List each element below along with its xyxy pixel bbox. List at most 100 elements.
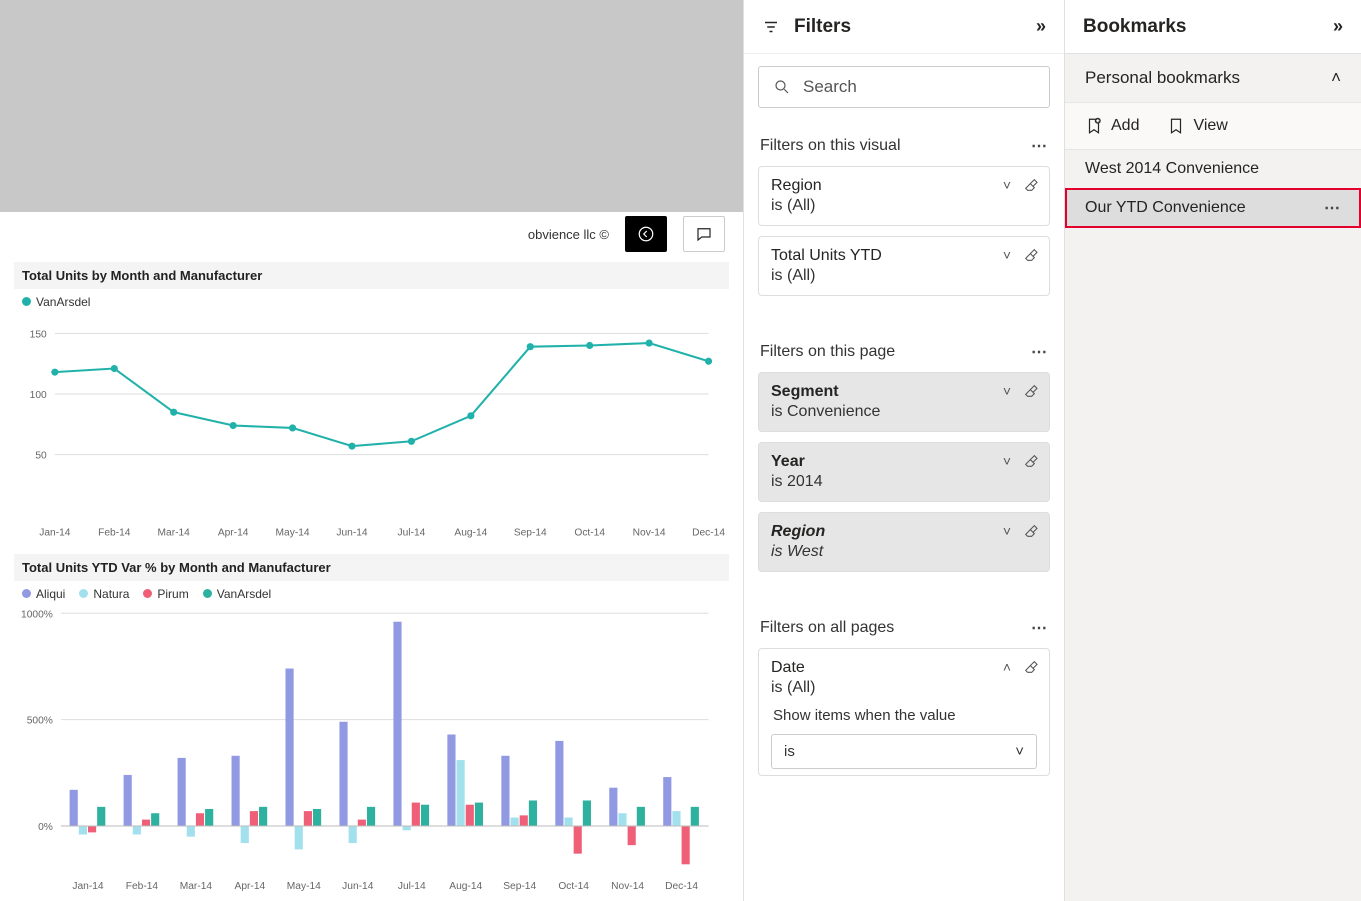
svg-text:Oct-14: Oct-14 bbox=[574, 528, 605, 539]
chevron-down-icon[interactable]: ˅ bbox=[1003, 247, 1011, 263]
bookmark-view-icon bbox=[1167, 117, 1185, 135]
section-title: Filters on this page bbox=[760, 343, 895, 361]
filter-card[interactable]: ˅ Region is West bbox=[758, 512, 1050, 572]
filter-card[interactable]: ˅ Segment is Convenience bbox=[758, 372, 1050, 432]
add-bookmark-button[interactable]: Add bbox=[1085, 117, 1139, 135]
svg-text:Sep-14: Sep-14 bbox=[503, 881, 536, 892]
view-label: View bbox=[1193, 117, 1227, 135]
canvas-header: obvience llc © bbox=[0, 212, 743, 256]
canvas-background bbox=[0, 0, 743, 212]
legend-label: VanArsdel bbox=[36, 295, 90, 309]
filter-card[interactable]: ˅ Year is 2014 bbox=[758, 442, 1050, 502]
svg-text:Jul-14: Jul-14 bbox=[398, 528, 426, 539]
legend-dot-icon bbox=[143, 589, 152, 598]
section-title: Filters on this visual bbox=[760, 137, 901, 155]
filter-card[interactable]: ˅ Total Units YTD is (All) bbox=[758, 236, 1050, 296]
svg-text:500%: 500% bbox=[27, 715, 53, 726]
legend-dot-icon bbox=[79, 589, 88, 598]
bookmark-label: Our YTD Convenience bbox=[1085, 199, 1246, 217]
svg-text:Oct-14: Oct-14 bbox=[558, 881, 589, 892]
operator-value: is bbox=[784, 743, 795, 760]
filters-title: Filters bbox=[794, 16, 851, 38]
filter-field-value: is (All) bbox=[771, 197, 1037, 215]
bookmarks-pane: Bookmarks » Personal bookmarks ˄ Add Vie… bbox=[1065, 0, 1361, 901]
line-chart-legend: VanArsdel bbox=[14, 289, 729, 311]
comment-button[interactable] bbox=[683, 216, 725, 252]
chevron-down-icon[interactable]: ˅ bbox=[1003, 383, 1011, 399]
bookmark-item[interactable]: Our YTD Convenience ⋯ bbox=[1065, 188, 1361, 228]
chevron-down-icon[interactable]: ˅ bbox=[1003, 177, 1011, 193]
eraser-icon[interactable] bbox=[1023, 523, 1039, 539]
filter-field-name: Year bbox=[771, 453, 1037, 471]
bookmark-label: West 2014 Convenience bbox=[1085, 160, 1259, 178]
eraser-icon[interactable] bbox=[1023, 453, 1039, 469]
section-page-head[interactable]: Filters on this page ⋯ bbox=[758, 336, 1050, 372]
operator-select[interactable]: is ˅ bbox=[771, 734, 1037, 769]
comment-icon bbox=[695, 225, 713, 243]
filter-field-value: is 2014 bbox=[771, 473, 1037, 491]
eraser-icon[interactable] bbox=[1023, 659, 1039, 675]
bookmarks-header: Bookmarks » bbox=[1065, 0, 1361, 54]
bookmarks-section-title: Personal bookmarks bbox=[1085, 68, 1240, 88]
filter-card[interactable]: ˅ Region is (All) bbox=[758, 166, 1050, 226]
svg-text:Nov-14: Nov-14 bbox=[633, 528, 666, 539]
svg-text:May-14: May-14 bbox=[276, 528, 310, 539]
legend-label: Pirum bbox=[157, 587, 188, 601]
svg-text:Mar-14: Mar-14 bbox=[180, 881, 213, 892]
section-allpages-head[interactable]: Filters on all pages ⋯ bbox=[758, 612, 1050, 648]
chevron-up-icon[interactable]: ˄ bbox=[1003, 659, 1011, 675]
filter-field-name: Segment bbox=[771, 383, 1037, 401]
section-visual-head[interactable]: Filters on this visual ⋯ bbox=[758, 130, 1050, 166]
eraser-icon[interactable] bbox=[1023, 177, 1039, 193]
back-button[interactable] bbox=[625, 216, 667, 252]
collapse-bookmarks-button[interactable]: » bbox=[1333, 16, 1343, 37]
line-chart-card[interactable]: Total Units by Month and Manufacturer Va… bbox=[14, 262, 729, 546]
svg-text:May-14: May-14 bbox=[287, 881, 321, 892]
bookmark-add-icon bbox=[1085, 117, 1103, 135]
legend-label: Aliqui bbox=[36, 587, 65, 601]
collapse-filters-button[interactable]: » bbox=[1036, 16, 1046, 37]
svg-text:Dec-14: Dec-14 bbox=[665, 881, 698, 892]
legend-label: VanArsdel bbox=[217, 587, 271, 601]
svg-text:Feb-14: Feb-14 bbox=[98, 528, 131, 539]
bar-chart-card[interactable]: Total Units YTD Var % by Month and Manuf… bbox=[14, 554, 729, 899]
view-bookmark-button[interactable]: View bbox=[1167, 117, 1227, 135]
chevron-down-icon[interactable]: ˅ bbox=[1003, 453, 1011, 469]
filter-field-name: Total Units YTD bbox=[771, 247, 1037, 265]
svg-text:150: 150 bbox=[30, 329, 47, 340]
search-input[interactable]: Search bbox=[758, 66, 1050, 108]
svg-text:Mar-14: Mar-14 bbox=[158, 528, 191, 539]
search-icon bbox=[773, 78, 791, 96]
bookmark-item[interactable]: West 2014 Convenience bbox=[1065, 150, 1361, 188]
svg-text:Feb-14: Feb-14 bbox=[126, 881, 159, 892]
eraser-icon[interactable] bbox=[1023, 247, 1039, 263]
svg-text:Apr-14: Apr-14 bbox=[218, 528, 249, 539]
section-title: Filters on all pages bbox=[760, 619, 894, 637]
bar-chart-legend: Aliqui Natura Pirum VanArsdel bbox=[14, 581, 729, 603]
bookmarks-section-header[interactable]: Personal bookmarks ˄ bbox=[1065, 54, 1361, 103]
svg-text:Jan-14: Jan-14 bbox=[72, 881, 104, 892]
filter-field-name: Region bbox=[771, 523, 1037, 541]
eraser-icon[interactable] bbox=[1023, 383, 1039, 399]
more-options-button[interactable]: ⋯ bbox=[1031, 342, 1048, 362]
svg-text:Dec-14: Dec-14 bbox=[692, 528, 725, 539]
more-options-button[interactable]: ⋯ bbox=[1031, 618, 1048, 638]
svg-text:Jul-14: Jul-14 bbox=[398, 881, 426, 892]
svg-text:Jun-14: Jun-14 bbox=[342, 881, 374, 892]
more-options-button[interactable]: ⋯ bbox=[1324, 198, 1341, 218]
bar-chart-title: Total Units YTD Var % by Month and Manuf… bbox=[14, 554, 729, 581]
chevron-down-icon[interactable]: ˅ bbox=[1003, 523, 1011, 539]
back-arrow-icon bbox=[637, 225, 655, 243]
report-canvas: obvience llc © Total Units by Month and … bbox=[0, 0, 743, 901]
attribution-text: obvience llc © bbox=[528, 227, 609, 242]
filter-prompt: Show items when the value bbox=[773, 707, 1035, 724]
line-chart-title: Total Units by Month and Manufacturer bbox=[14, 262, 729, 289]
filter-field-name: Region bbox=[771, 177, 1037, 195]
search-placeholder: Search bbox=[803, 77, 857, 97]
svg-text:1000%: 1000% bbox=[21, 609, 53, 620]
svg-text:Jan-14: Jan-14 bbox=[39, 528, 71, 539]
filter-card-date[interactable]: ˄ Date is (All) Show items when the valu… bbox=[758, 648, 1050, 776]
more-options-button[interactable]: ⋯ bbox=[1031, 136, 1048, 156]
chevron-down-icon: ˅ bbox=[1015, 743, 1024, 760]
svg-text:Aug-14: Aug-14 bbox=[454, 528, 487, 539]
